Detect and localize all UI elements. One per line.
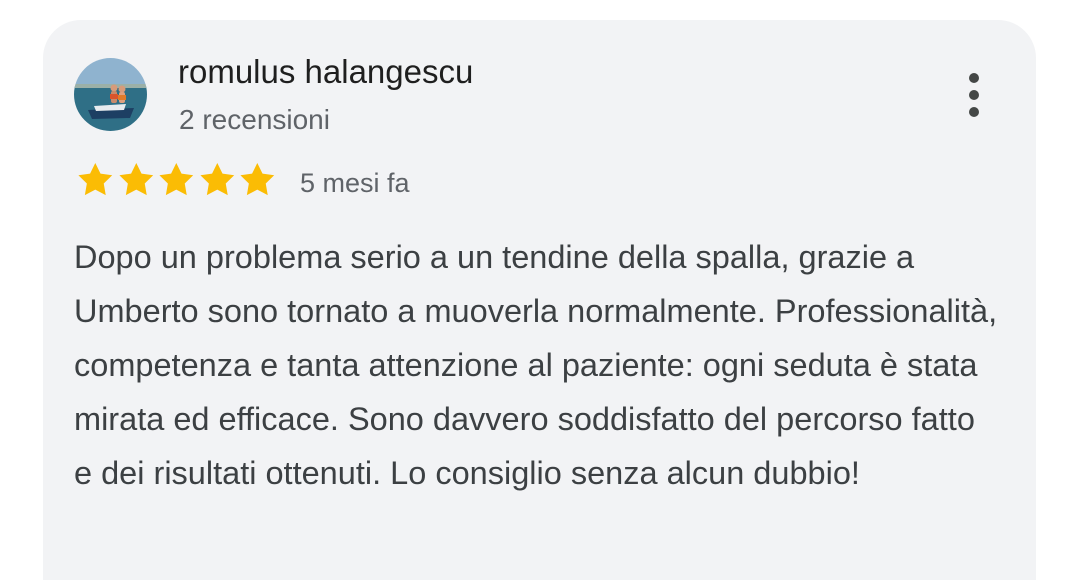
star-icon bbox=[240, 163, 275, 196]
star-icon bbox=[119, 163, 153, 196]
review-text: Dopo un problema serio a un tendine dell… bbox=[74, 239, 998, 491]
star-icon bbox=[159, 163, 194, 196]
avatar-photo bbox=[74, 58, 147, 131]
star-icon bbox=[200, 163, 234, 196]
more-vert-icon bbox=[969, 73, 979, 117]
star-icon bbox=[78, 163, 113, 196]
author-review-count[interactable]: 2 recensioni bbox=[179, 101, 330, 139]
more-options-button[interactable] bbox=[954, 70, 994, 120]
review-date: 5 mesi fa bbox=[300, 168, 410, 198]
star-rating bbox=[75, 160, 278, 198]
author-name[interactable]: romulus halangescu bbox=[178, 52, 473, 92]
avatar[interactable] bbox=[74, 58, 147, 131]
